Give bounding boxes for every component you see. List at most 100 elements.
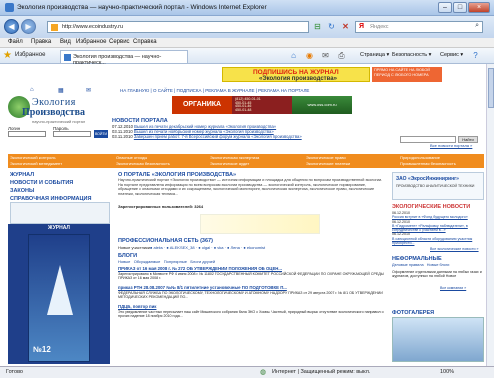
subscribe-banner[interactable]: ПОДПИШИСЬ НА ЖУРНАЛ «Экология производст…: [222, 67, 370, 82]
compat-view-icon[interactable]: ⊟: [312, 21, 323, 32]
news-link[interactable]: Завершен прием работ: 7-й Всероссийский …: [134, 134, 302, 139]
photo-gallery-image[interactable]: [392, 317, 484, 362]
logo-line2: Производства: [22, 107, 85, 118]
nav-item[interactable]: Экологическое право: [306, 155, 346, 160]
favorites-star-icon[interactable]: ★: [3, 51, 13, 61]
safety-menu[interactable]: Безопасность ▾: [392, 52, 431, 58]
all-network-link[interactable]: Все компании »: [440, 286, 466, 290]
window-titlebar: Экология производства — научно-практичес…: [0, 0, 494, 16]
about-text: Научно-практический портал «Экология про…: [118, 178, 383, 196]
zoom-level[interactable]: 100%: [440, 369, 454, 375]
network-tab[interactable]: Новые блоги: [427, 263, 450, 267]
status-text: Готово: [6, 369, 23, 375]
all-ecolaw-link[interactable]: Все экологические новости »: [430, 247, 479, 251]
nav-item[interactable]: Экологическая экспертиза: [210, 155, 259, 160]
login-form: Логин Пароль ВОЙТИ: [8, 126, 108, 144]
blog-title[interactable]: приказ РТН 28.08.2007 №№ 8/1 пятилетние …: [118, 285, 287, 290]
journal-block[interactable]: ЖУРНАЛ №12: [8, 224, 110, 364]
stop-icon[interactable]: ✕: [340, 21, 351, 32]
search-icon[interactable]: ⌕: [475, 22, 479, 30]
sidebar-item-laws[interactable]: ЗАКОНЫ: [10, 188, 34, 194]
blog-tab[interactable]: Обсуждаемые: [134, 259, 161, 264]
mail-icon[interactable]: ✉: [320, 50, 331, 61]
nav-item[interactable]: Экологические платежи: [306, 161, 350, 166]
tree-image: [47, 265, 73, 315]
page-menu[interactable]: Страница ▾: [360, 52, 389, 58]
nav-item[interactable]: Промышленная безопасность: [400, 161, 456, 166]
browser-tab[interactable]: Экология производства — научно-практичес…: [60, 50, 188, 66]
header-ad-right[interactable]: www.oss.com.ru: [292, 96, 352, 114]
nav-item[interactable]: Экологическое аудит: [210, 161, 249, 166]
menu-edit[interactable]: Правка: [31, 39, 51, 45]
menu-tools[interactable]: Сервис: [109, 39, 130, 45]
nav-item[interactable]: Опасные отходы: [116, 155, 147, 160]
journal-number: №12: [33, 345, 51, 354]
blog-text: Это уведомление частных пересылает наш с…: [118, 310, 384, 319]
sitemap-icon[interactable]: ▦: [58, 87, 64, 94]
menu-favorites[interactable]: Избранное: [76, 39, 106, 45]
address-bar[interactable]: http://www.ecoindustry.ru: [47, 21, 309, 33]
favorites-label[interactable]: Избранное: [15, 52, 45, 58]
ecolaw-link[interactable]: В «Гидромете» «Ральфовку наблюдатели», в…: [392, 224, 484, 233]
close-button[interactable]: ×: [468, 2, 490, 13]
blog-tab[interactable]: Популярные: [164, 259, 187, 264]
maximize-button[interactable]: □: [453, 2, 467, 13]
forward-button[interactable]: ▶: [21, 19, 36, 34]
header-ad-left[interactable]: ОРГАНИКА: [172, 96, 232, 114]
menu-help[interactable]: Справка: [133, 39, 157, 45]
menu-file[interactable]: Файл: [8, 39, 23, 45]
tools-menu[interactable]: Сервис ▾: [440, 52, 463, 58]
site-search-button[interactable]: Найти: [458, 136, 478, 143]
back-button[interactable]: ◀: [4, 19, 19, 34]
status-zone: Интернет | Защищенный режим: выкл.: [272, 369, 371, 375]
nav-item[interactable]: Экологический менеджмент: [10, 161, 62, 166]
tab-favicon: [64, 54, 71, 61]
sidebar-ad[interactable]: [10, 202, 110, 224]
sidebar-item-journal[interactable]: ЖУРНАЛ: [10, 172, 34, 178]
nav-item[interactable]: Экологический контроль: [10, 155, 56, 160]
nav-item[interactable]: Природопользование: [400, 155, 440, 160]
blog-text: ФЕДЕРАЛЬНАЯ СЛУЖБА ПО ЭКОЛОГИЧЕСКОМУ, ТЕ…: [118, 291, 383, 300]
blog-tab[interactable]: Блоги друзей: [190, 259, 215, 264]
flower-banner[interactable]: [200, 214, 320, 234]
new-members-list[interactable]: ● aleks · ● ALEKSEX_38 · ● olgal · ● vka…: [150, 245, 380, 250]
mail-small-icon[interactable]: ✉: [86, 87, 91, 94]
journal-label: ЖУРНАЛ: [48, 225, 70, 231]
login-input[interactable]: [8, 131, 46, 137]
ecolaw-link[interactable]: В санкционной области оборудованию участ…: [392, 237, 484, 246]
blog-title[interactable]: ПРИКАЗ от 16 мая 2008 г. № 272 ОБ УТВЕРЖ…: [118, 266, 282, 271]
banner-side[interactable]: ПРЯМО НА САЙТЕ НА ЛЮБОЙ ПЕРИОД С ЛЮБОГО …: [372, 67, 442, 82]
news-item[interactable]: 03.11.2010 Завершен прием работ: 7-й Все…: [112, 134, 372, 139]
web-page: ПОДПИШИСЬ НА ЖУРНАЛ «Экология производст…: [0, 64, 486, 366]
home-icon[interactable]: ⌂: [288, 50, 299, 61]
ie-icon: [5, 3, 14, 12]
all-news-link[interactable]: Все новости портала »: [430, 143, 472, 148]
minimize-button[interactable]: –: [438, 2, 452, 13]
home-small-icon[interactable]: ⌂: [30, 87, 34, 93]
blog-title[interactable]: ПДЦБ, повтор пик: [118, 304, 156, 309]
logo-tagline: научно-практический портал: [32, 119, 86, 124]
site-search-input[interactable]: [400, 136, 456, 143]
sidebar-item-news[interactable]: НОВОСТИ И СОБЫТИЯ: [10, 180, 73, 186]
login-button[interactable]: ВОЙТИ: [94, 130, 108, 138]
password-input[interactable]: [53, 131, 91, 137]
company-ad[interactable]: ЗАО «ЭкросИнжиниринг» ПРОИЗВОДСТВО АНАЛИ…: [392, 172, 484, 200]
journal-cover[interactable]: №12: [28, 234, 90, 362]
nav-item[interactable]: Экологическая безопасность: [116, 161, 170, 166]
menu-view[interactable]: Вид: [60, 39, 71, 45]
phone: 450-01-48: [235, 107, 252, 112]
scrollbar-thumb[interactable]: [488, 68, 494, 108]
print-icon[interactable]: ⎙: [336, 50, 347, 61]
search-input[interactable]: Я Яндекс ⌕: [355, 21, 483, 33]
vertical-scrollbar[interactable]: [486, 64, 494, 366]
network-tab[interactable]: Деловые правила: [392, 263, 424, 267]
rss-icon[interactable]: ◉: [304, 50, 315, 61]
top-links[interactable]: НА ГЛАВНУЮ | О САЙТЕ | ПОДПИСКА | РЕКЛАМ…: [120, 88, 309, 93]
blog-tab[interactable]: Новые: [118, 259, 130, 264]
site-favicon: [51, 24, 58, 31]
refresh-icon[interactable]: ↻: [326, 21, 337, 32]
help-icon[interactable]: ?: [470, 50, 481, 61]
news-list: 07.12.2010 Вышел из печати декабрьский н…: [112, 124, 372, 140]
search-placeholder: Яндекс: [370, 24, 389, 30]
prof-network-header: ПРОФЕССИОНАЛЬНАЯ СЕТЬ (367): [118, 238, 213, 244]
